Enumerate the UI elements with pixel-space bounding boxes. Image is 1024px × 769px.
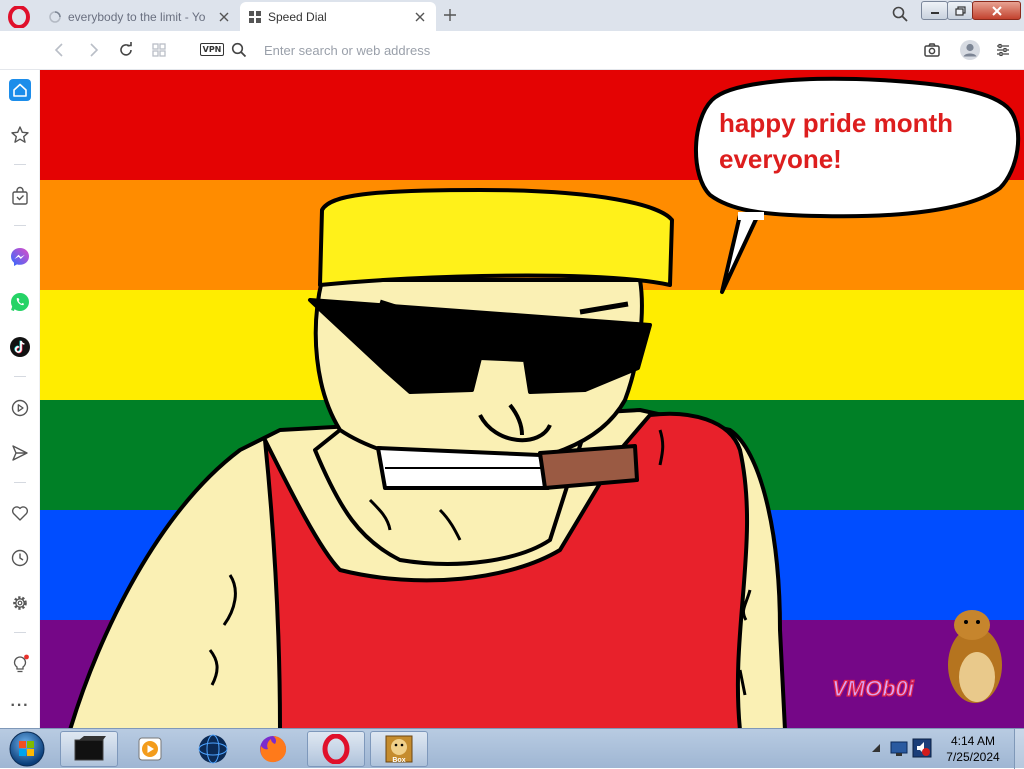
hamster-box-label: Box [392, 757, 405, 764]
windows-taskbar: Box 4:14 AM 7/25/2024 [0, 728, 1024, 769]
sidebar-divider [14, 225, 26, 226]
back-icon[interactable] [51, 41, 69, 59]
minimize-icon [930, 11, 939, 14]
sidebar: ··· [0, 70, 40, 728]
clock-time: 4:14 AM [950, 734, 996, 748]
whatsapp-icon[interactable] [9, 291, 31, 313]
clock-date: 7/25/2024 [946, 750, 1000, 764]
new-tab-icon[interactable] [441, 6, 459, 24]
address-input[interactable] [264, 40, 864, 60]
opera-menu-icon[interactable] [8, 6, 30, 28]
sidebar-divider [14, 376, 26, 377]
reload-icon[interactable] [117, 41, 135, 59]
speed-dial-page: happy pride month everyone! VMOb0i [40, 70, 1024, 728]
tab-title: Speed Dial [268, 9, 327, 24]
taskbar-globe[interactable] [184, 731, 242, 767]
send-icon[interactable] [9, 442, 31, 464]
profile-avatar-icon[interactable] [959, 39, 981, 61]
more-icon[interactable]: ··· [0, 697, 40, 715]
messenger-icon[interactable] [9, 246, 31, 268]
sidebar-divider [14, 632, 26, 633]
forward-icon[interactable] [84, 41, 102, 59]
taskbar-firefox[interactable] [244, 731, 302, 767]
restore-icon [954, 5, 966, 16]
snapshot-camera-icon[interactable] [923, 41, 941, 59]
taskbar-terminal[interactable] [60, 731, 118, 767]
tab-title: everybody to the limit - Yo [68, 9, 206, 24]
heart-icon[interactable] [9, 502, 31, 524]
system-clock[interactable]: 4:14 AM 7/25/2024 [938, 733, 1008, 765]
network-icon[interactable] [890, 739, 908, 757]
tiktok-icon[interactable] [9, 336, 31, 358]
media-player-icon [138, 737, 162, 761]
watermark-text: VMOb0i [832, 676, 915, 701]
tips-icon[interactable] [9, 653, 31, 675]
show-desktop-button[interactable] [1014, 729, 1024, 769]
loading-spinner-icon [49, 10, 61, 23]
minimize-button[interactable] [921, 1, 948, 20]
window-controls [921, 1, 1022, 20]
settings-icon[interactable] [9, 592, 31, 614]
opera-icon [322, 734, 350, 764]
speech-text-line-2: everyone! [719, 144, 842, 174]
speech-text-line-1: happy pride month [719, 108, 953, 138]
address-bar: VPN [0, 31, 1024, 70]
wallpaper-image: happy pride month everyone! VMOb0i [40, 70, 1024, 728]
sidebar-divider [14, 482, 26, 483]
volume-icon[interactable] [912, 738, 932, 758]
close-tab-icon[interactable] [412, 9, 428, 25]
player-icon[interactable] [9, 397, 31, 419]
show-hidden-icons-icon[interactable] [872, 744, 880, 752]
taskbar-hamster-box[interactable]: Box [370, 731, 428, 767]
shopping-bag-icon[interactable] [9, 185, 31, 207]
star-icon[interactable] [9, 124, 31, 146]
vpn-badge[interactable]: VPN [200, 43, 224, 56]
easy-setup-icon[interactable] [994, 41, 1012, 59]
globe-icon [198, 734, 228, 764]
close-window-button[interactable] [972, 1, 1021, 20]
close-icon [991, 5, 1002, 16]
hamster-box-icon: Box [385, 735, 413, 764]
home-icon[interactable] [9, 79, 31, 101]
search-tabs-icon[interactable] [891, 5, 909, 23]
tab-everybody-to-the-limit[interactable]: everybody to the limit - Yo [40, 2, 240, 31]
terminal-icon [74, 736, 106, 761]
close-tab-icon[interactable] [216, 9, 232, 25]
tab-speed-dial[interactable]: Speed Dial [240, 2, 436, 31]
sidebar-divider [14, 164, 26, 165]
tab-bar: everybody to the limit - Yo Speed Dial [0, 0, 1024, 31]
history-icon[interactable] [9, 547, 31, 569]
taskbar-media-player[interactable] [120, 731, 178, 767]
restore-button[interactable] [947, 1, 973, 20]
firefox-icon [260, 736, 287, 763]
search-icon [231, 42, 247, 58]
speed-dial-icon[interactable] [150, 41, 168, 59]
start-button[interactable] [6, 730, 48, 768]
taskbar-opera[interactable] [307, 731, 365, 767]
speed-dial-grid-icon [249, 10, 261, 23]
